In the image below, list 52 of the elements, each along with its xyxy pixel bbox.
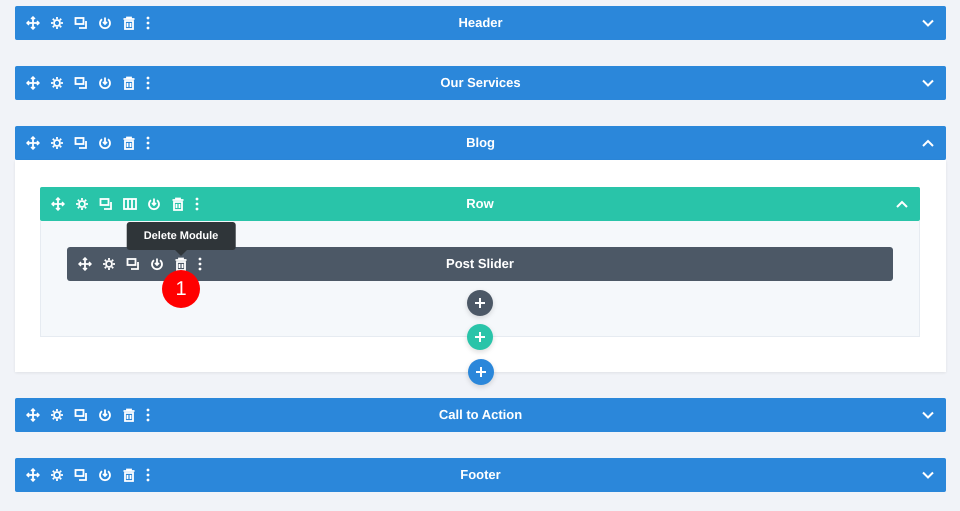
move-icon[interactable]	[78, 257, 92, 271]
delete-icon[interactable]	[174, 257, 188, 271]
delete-icon[interactable]	[122, 468, 136, 482]
tooltip: Delete Module	[126, 222, 236, 250]
duplicate-icon[interactable]	[74, 16, 88, 30]
columns-icon[interactable]	[123, 197, 137, 211]
delete-icon[interactable]	[122, 136, 136, 150]
duplicate-icon[interactable]	[74, 408, 88, 422]
section-title: Call to Action	[438, 406, 522, 424]
section-title: Blog	[466, 134, 495, 152]
row-title: Row	[466, 195, 494, 214]
plus-icon	[476, 367, 486, 377]
more-icon[interactable]	[146, 16, 150, 30]
plus-icon	[475, 298, 485, 308]
more-icon[interactable]	[146, 408, 150, 422]
delete-icon[interactable]	[122, 76, 136, 90]
more-icon[interactable]	[146, 136, 150, 150]
power-icon[interactable]	[98, 16, 112, 30]
duplicate-icon[interactable]	[74, 76, 88, 90]
settings-icon[interactable]	[50, 76, 64, 90]
power-icon[interactable]	[98, 468, 112, 482]
section-title: Our Services	[440, 74, 521, 92]
duplicate-icon[interactable]	[74, 468, 88, 482]
duplicate-icon[interactable]	[126, 257, 140, 271]
settings-icon[interactable]	[50, 136, 64, 150]
section-title: Header	[458, 14, 503, 32]
power-icon[interactable]	[150, 257, 164, 271]
module-title: Post Slider	[446, 255, 514, 274]
delete-icon[interactable]	[122, 16, 136, 30]
plus-icon	[475, 332, 485, 342]
power-icon[interactable]	[98, 408, 112, 422]
settings-icon[interactable]	[102, 257, 116, 271]
settings-icon[interactable]	[50, 468, 64, 482]
power-icon[interactable]	[98, 76, 112, 90]
more-icon[interactable]	[146, 468, 150, 482]
move-icon[interactable]	[26, 136, 40, 150]
move-icon[interactable]	[26, 76, 40, 90]
duplicate-icon[interactable]	[74, 136, 88, 150]
more-icon[interactable]	[198, 257, 202, 271]
move-icon[interactable]	[26, 16, 40, 30]
more-icon[interactable]	[146, 76, 150, 90]
tooltip-arrow	[175, 250, 187, 256]
step-marker: 1	[162, 270, 200, 308]
delete-icon[interactable]	[122, 408, 136, 422]
power-icon[interactable]	[98, 136, 112, 150]
add-module-button[interactable]	[467, 290, 493, 316]
section-title: Footer	[460, 466, 501, 484]
settings-icon[interactable]	[50, 16, 64, 30]
move-icon[interactable]	[26, 408, 40, 422]
add-row-button[interactable]	[467, 324, 493, 350]
move-icon[interactable]	[26, 468, 40, 482]
settings-icon[interactable]	[50, 408, 64, 422]
